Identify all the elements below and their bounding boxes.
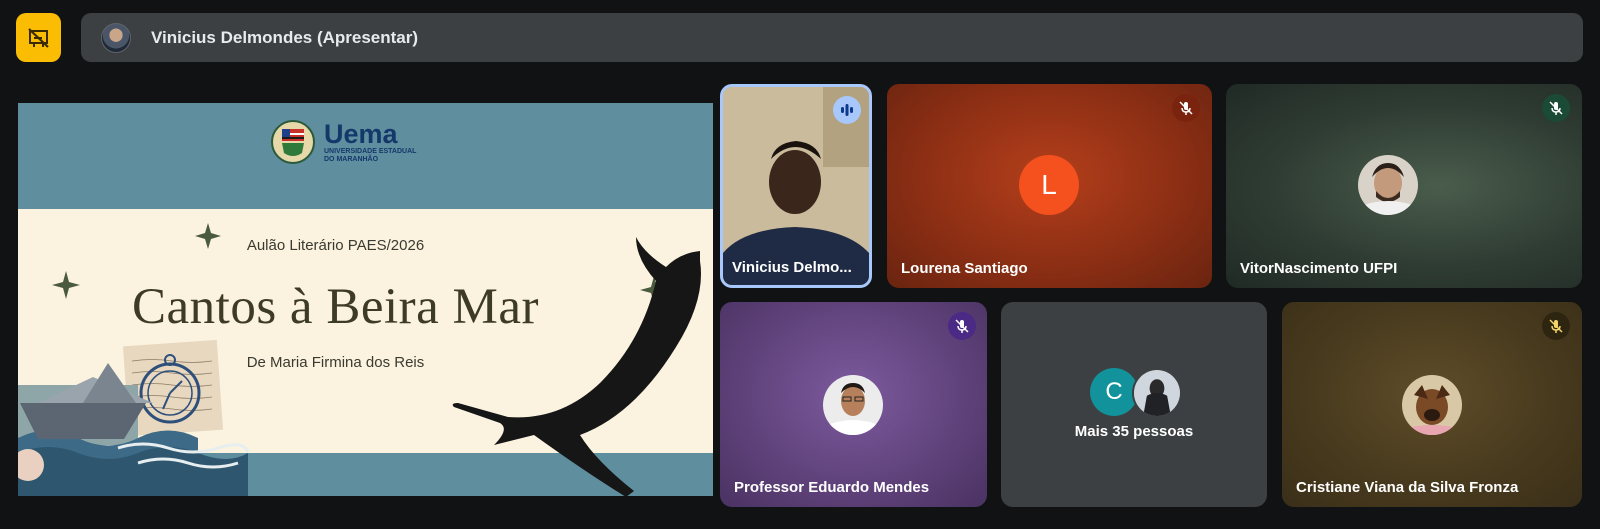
logo-subtitle-2: DO MARANHÃO <box>324 156 379 163</box>
participant-name: VitorNascimento UFPI <box>1240 260 1398 277</box>
avatar <box>1402 375 1462 435</box>
slide-title: Cantos à Beira Mar <box>132 279 539 335</box>
more-participants-tile[interactable]: C Mais 35 pessoas <box>1001 302 1267 507</box>
mic-off-icon <box>955 319 969 333</box>
logo-name: Uema <box>324 119 398 149</box>
crest-icon <box>271 120 315 164</box>
avatar <box>101 22 131 53</box>
participant-tile-vinicius[interactable]: Vinicius Delmo... <box>720 84 872 288</box>
mic-off-badge <box>1172 94 1200 122</box>
participant-tile-lourena[interactable]: L Lourena Santiago <box>887 84 1212 288</box>
presenter-name: Vinicius Delmondes (Apresentar) <box>151 27 419 47</box>
logo-subtitle-1: UNIVERSIDADE ESTADUAL <box>324 148 417 155</box>
speaking-indicator <box>833 96 861 124</box>
shared-presentation-slide[interactable]: Uema UNIVERSIDADE ESTADUAL DO MARANHÃO A… <box>18 103 713 496</box>
avatar: C <box>1090 368 1138 416</box>
participant-tile-eduardo[interactable]: Professor Eduardo Mendes <box>720 302 987 507</box>
mic-off-icon <box>1549 319 1563 333</box>
avatar: L <box>1019 155 1079 215</box>
mic-off-badge <box>948 312 976 340</box>
avatar <box>823 375 883 435</box>
mic-off-icon <box>1549 101 1563 115</box>
participant-name: Lourena Santiago <box>901 260 1028 277</box>
participant-tile-vitor[interactable]: VitorNascimento UFPI <box>1226 84 1582 288</box>
presenter-bar[interactable]: Vinicius Delmondes (Apresentar) <box>81 13 1583 62</box>
participant-name: Professor Eduardo Mendes <box>734 479 930 496</box>
participant-name: Vinicius Delmo... <box>732 259 852 276</box>
participant-name: Cristiane Viana da Silva Fronza <box>1296 479 1519 496</box>
participant-tile-cristiane[interactable]: Cristiane Viana da Silva Fronza <box>1282 302 1582 507</box>
avatar <box>1358 155 1418 215</box>
presentation-off-icon <box>27 27 49 48</box>
presentation-toggle-button[interactable] <box>16 13 61 62</box>
speaking-indicator-icon <box>841 104 853 116</box>
mic-off-icon <box>1179 101 1193 115</box>
slide-subtitle: Aulão Literário PAES/2026 <box>246 237 425 254</box>
avatar <box>1132 368 1182 418</box>
university-logo: Uema UNIVERSIDADE ESTADUAL DO MARANHÃO <box>270 113 416 171</box>
slide-author: De Maria Firmina dos Reis <box>246 354 425 371</box>
more-participants-count: Mais 35 pessoas <box>1074 423 1194 440</box>
mic-off-badge <box>1542 312 1570 340</box>
mic-off-badge <box>1542 94 1570 122</box>
